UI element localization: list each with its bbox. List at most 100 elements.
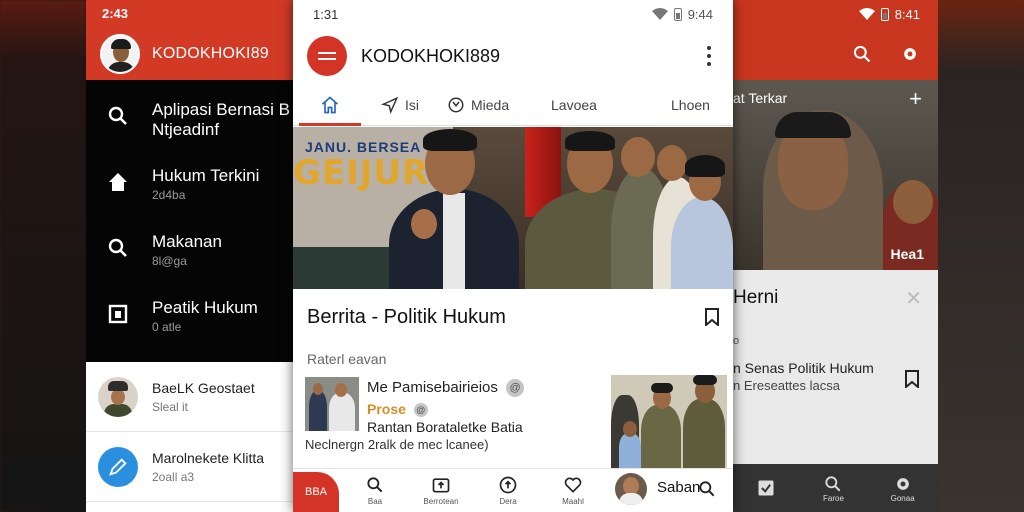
- home-fab-button[interactable]: BBA: [293, 472, 339, 512]
- tab-label: Mieda: [471, 96, 510, 113]
- bottom-nav-item[interactable]: Baa: [355, 469, 395, 512]
- avatar[interactable]: [615, 473, 647, 505]
- search-icon[interactable]: [852, 44, 872, 64]
- right-phone: 8:41 at Terkar + Hea1 Herni ✕ o n Senas …: [733, 0, 938, 512]
- person-hair: [565, 131, 615, 151]
- wifi-icon: [651, 8, 668, 20]
- search-icon: [367, 477, 383, 493]
- battery-icon: [673, 7, 682, 21]
- headline: Berrita - Politik Hukum: [307, 305, 506, 328]
- list-item-subtitle: Sleal it: [152, 399, 189, 414]
- tab-home[interactable]: [299, 84, 361, 126]
- bottom-nav-item[interactable]: Maahl: [553, 469, 593, 512]
- avatar: [98, 376, 138, 417]
- home-icon: [321, 95, 339, 113]
- screenshot-stage: 2:43 KODOKHOKI89 Aplipasi Bernasi B Ntjea…: [0, 0, 1024, 512]
- tab-lhoen[interactable]: Lhoen: [671, 84, 710, 126]
- clock-icon: [448, 97, 464, 112]
- person-hair: [423, 129, 477, 151]
- search-icon: [108, 238, 127, 257]
- fab-label: BBA: [304, 486, 327, 498]
- app-bar: [733, 28, 938, 80]
- drawer-item-3[interactable]: Makanan 8l@ga: [86, 218, 296, 284]
- news-photo[interactable]: at Terkar + Hea1: [733, 80, 938, 270]
- person-hair: [685, 155, 725, 177]
- card-title: Me Pamisebairieios @: [367, 379, 525, 398]
- status-clock: 9:44: [687, 6, 713, 22]
- news-card[interactable]: Me Pamisebairieios @ Prose @ Rantan Bora…: [293, 375, 733, 469]
- drawer-item-subtitle: Ntjeadinf: [152, 120, 220, 139]
- tab-isi[interactable]: Isi: [381, 84, 419, 126]
- list-item[interactable]: n Senas Politik Hukum n Ereseattes lacsa: [733, 356, 938, 420]
- tab-lavoea[interactable]: Lavoea: [551, 84, 597, 126]
- card-sub-text: Prose: [367, 401, 406, 417]
- drawer-menu: Aplipasi Bernasi B Ntjeadinf Hukum Terkin…: [86, 80, 296, 350]
- person-head: [657, 145, 687, 181]
- drawer-item-title: Makanan: [152, 232, 222, 251]
- drawer-item-subtitle: 0 atle: [152, 320, 182, 334]
- bottom-nav-item[interactable]: Berrotean: [421, 469, 461, 512]
- bookmark-icon[interactable]: [705, 308, 719, 326]
- card-subtitle: Prose @: [367, 401, 428, 418]
- bottom-nav-item[interactable]: Faroe: [823, 474, 844, 503]
- drawer-item-title: Aplipasi Bernasi B: [152, 100, 290, 119]
- bottom-nav-item[interactable]: [756, 478, 776, 498]
- tab-label: Lhoen: [671, 96, 710, 113]
- bottom-nav-item[interactable]: Gonaa: [891, 474, 915, 503]
- hero-image[interactable]: JANU. BERSEA GEIJURN: [293, 127, 733, 289]
- upload-icon: [432, 478, 450, 493]
- arrow-up-circle-icon: [499, 476, 517, 494]
- headline-row[interactable]: Berrita - Politik Hukum: [293, 289, 733, 345]
- username: KODOKHOKI89: [152, 45, 269, 62]
- story-title: Herni ✕: [733, 270, 938, 326]
- bottom-nav-label: Berrotean: [423, 497, 459, 506]
- tab-bar: Isi Mieda Lavoea Lhoen: [293, 84, 733, 126]
- left-phone-drawer: 2:43 KODOKHOKI89 Aplipasi Bernasi B Ntjea…: [86, 0, 296, 512]
- settings-icon[interactable]: [900, 44, 920, 64]
- search-icon[interactable]: [697, 479, 717, 499]
- drawer-item-title: Peatik Hukum: [152, 298, 258, 317]
- person-head: [621, 137, 655, 177]
- bookmark-square-icon: [108, 304, 128, 324]
- drawer-item-1[interactable]: Aplipasi Bernasi B Ntjeadinf: [86, 86, 296, 152]
- bottom-nav: BBA Baa Berrotean Dera Maahl Saban: [293, 468, 733, 512]
- search-icon: [108, 106, 127, 125]
- card-title-text: Me Pamisebairieios: [367, 379, 498, 396]
- bottom-nav: Faroe Gonaa: [733, 464, 938, 512]
- badge-icon: @: [413, 403, 428, 418]
- drawer-item-subtitle: 8l@ga: [152, 254, 187, 268]
- list-item[interactable]: Marolnekete Klitta 2oall a3: [86, 432, 296, 502]
- list-item[interactable]: BaeLK Geostaet Sleal it: [86, 362, 296, 432]
- app-bar: KODOKHOKI889: [293, 28, 733, 84]
- status-time: 8:41: [894, 6, 920, 22]
- menu-button[interactable]: [307, 36, 347, 76]
- drawer-header: KODOKHOKI89: [86, 28, 296, 80]
- more-options-icon[interactable]: [707, 46, 711, 66]
- person-figure: [671, 197, 733, 289]
- battery-icon: [880, 7, 889, 21]
- add-icon[interactable]: +: [909, 86, 922, 112]
- shirt-graphic: [443, 193, 465, 289]
- status-time: 1:31: [313, 6, 339, 22]
- search-icon: [825, 475, 841, 491]
- close-icon[interactable]: ✕: [905, 286, 922, 311]
- bottom-nav-label: Maahl: [562, 497, 584, 506]
- bottom-nav-label: Dera: [499, 497, 517, 506]
- bookmark-icon[interactable]: [904, 370, 920, 388]
- drawer-item-2[interactable]: Hukum Terkini 2d4ba: [86, 152, 296, 218]
- list-item-subtitle: 2oall a3: [152, 469, 195, 484]
- tab-label: Isi: [405, 96, 419, 113]
- drawer-item-title: Hukum Terkini: [152, 166, 260, 185]
- thumb-hand: [411, 209, 437, 239]
- list-item-title: BaeLK Geostaet: [152, 379, 255, 396]
- right-edge-blur: [936, 0, 1024, 512]
- drawer-list: BaeLK Geostaet Sleal it Marolnekete Klitt…: [86, 362, 296, 512]
- drawer-item-subtitle: 2d4ba: [152, 188, 186, 202]
- drawer-item-4[interactable]: Peatik Hukum 0 atle: [86, 284, 296, 350]
- left-edge-blur: [0, 0, 86, 512]
- bottom-nav-item[interactable]: Dera: [488, 469, 528, 512]
- card-footer: Neclnergn 2ralk de mec lcanee): [305, 437, 489, 452]
- tab-mieda[interactable]: Mieda: [447, 84, 509, 126]
- card-thumbnail: [305, 377, 359, 431]
- avatar[interactable]: [100, 34, 140, 74]
